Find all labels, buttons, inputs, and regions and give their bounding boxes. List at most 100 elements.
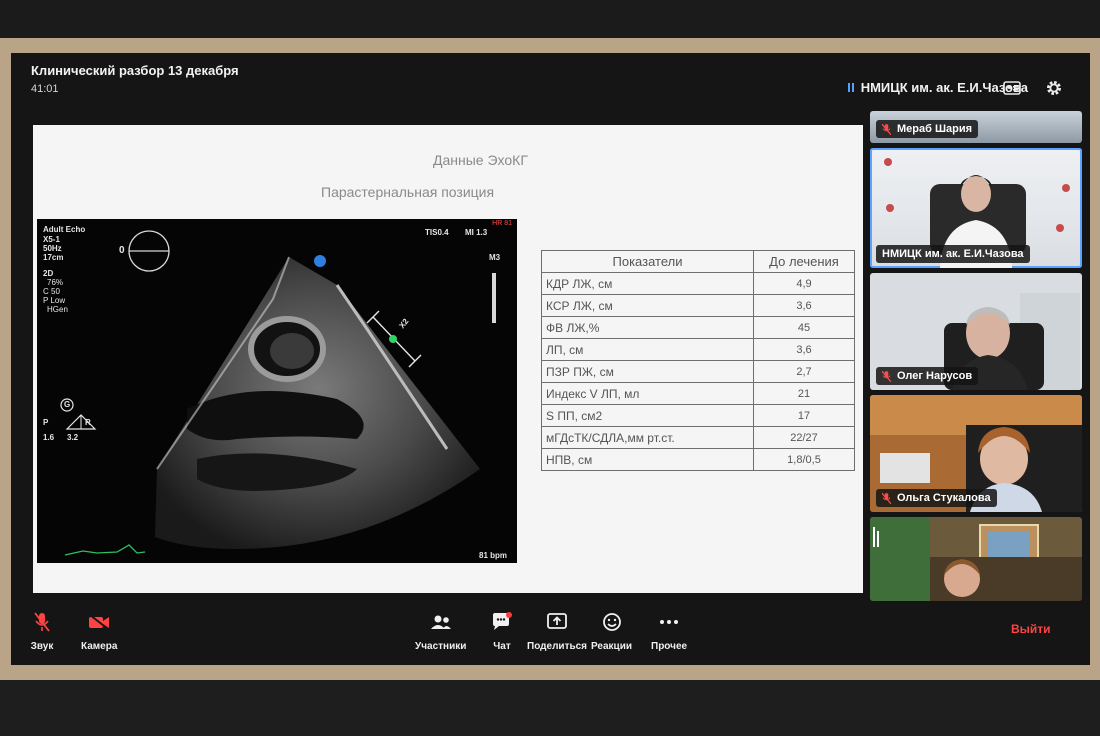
participant-name: Олег Нарусов: [897, 370, 973, 382]
table-row: Индекс V ЛП, мл 21: [541, 382, 855, 405]
table-row: ПЗР ПЖ, см 2,7: [541, 360, 855, 383]
echo-g-label: G: [64, 400, 71, 409]
echo-hgen: HGen: [47, 305, 68, 314]
participants-label: Участники: [415, 641, 467, 652]
table-cell-parameter: НПВ, см: [541, 448, 754, 471]
echo-parameters-table: Показатели До лечения КДР ЛЖ, см 4,9 КСР …: [541, 250, 855, 471]
echo-mi: MI 1.3: [465, 228, 488, 237]
participant-name-tag: НМИЦК им. ак. Е.И.Чазова: [876, 245, 1030, 263]
participant-tile-5[interactable]: [870, 517, 1082, 601]
echo-frequency: 50Hz: [43, 244, 62, 253]
table-cell-parameter: Индекс V ЛП, мл: [541, 382, 754, 405]
table-row: ЛП, см 3,6: [541, 338, 855, 361]
mic-muted-icon: [882, 123, 891, 135]
table-cell-value: 4,9: [753, 272, 855, 295]
meeting-title: Клинический разбор 13 декабря: [31, 63, 239, 78]
table-row: КСР ЛЖ, см 3,6: [541, 294, 855, 317]
table-cell-value: 45: [753, 316, 855, 339]
echo-depth: 17cm: [43, 253, 64, 262]
table-cell-value: 22/27: [753, 426, 855, 449]
table-cell-value: 17: [753, 404, 855, 427]
slide-subtitle: Парастернальная позиция: [321, 184, 495, 200]
table-row: КДР ЛЖ, см 4,9: [541, 272, 855, 295]
slide-title: Данные ЭхоКГ: [433, 152, 528, 168]
mic-muted-icon: [34, 612, 50, 632]
echo-p-label: P: [43, 418, 49, 427]
participant-name-tag: Олег Нарусов: [876, 367, 979, 385]
participant-name-tag: Мераб Шария: [876, 120, 979, 138]
more-label: Прочее: [651, 641, 688, 652]
table-row: S ПП, см2 17: [541, 404, 855, 427]
chat-icon: [493, 612, 512, 630]
echo-compress: C 50: [43, 287, 60, 296]
echo-heart-rate: HR 81: [492, 220, 512, 227]
table-cell-parameter: S ПП, см2: [541, 404, 754, 427]
table-cell-parameter: ПЗР ПЖ, см: [541, 360, 754, 383]
chat-label: Чат: [493, 641, 511, 652]
share-label: Поделиться: [527, 641, 588, 652]
reactions-button[interactable]: Реакции: [591, 609, 632, 652]
camera-label: Камера: [81, 641, 118, 652]
participant-name-tag: Ольга Стукалова: [876, 489, 997, 507]
table-row: мГДсТК/СДЛА,мм рт.ст. 22/27: [541, 426, 855, 449]
echo-value-1: 1.6: [43, 433, 55, 442]
settings-button[interactable]: [1043, 77, 1065, 99]
table-cell-parameter: ФВ ЛЖ,%: [541, 316, 754, 339]
meeting-timer: 41:01: [31, 83, 59, 95]
echo-gain: 76%: [47, 278, 64, 287]
exit-button[interactable]: Выйти: [1011, 622, 1051, 636]
participant-tile-4[interactable]: Ольга Стукалова: [870, 395, 1082, 512]
echo-mode: Adult Echo: [43, 225, 86, 234]
table-cell-parameter: мГДсТК/СДЛА,мм рт.ст.: [541, 426, 754, 449]
conference-screen: Клинический разбор 13 декабря 41:01 НМИЦ…: [11, 53, 1090, 665]
echo-bpm: 81 bpm: [479, 551, 508, 560]
echo-scan-picture: [60, 230, 496, 556]
share-button[interactable]: Поделиться: [527, 609, 587, 652]
layout-button[interactable]: [1001, 77, 1023, 99]
photo-bottom-edge: [0, 680, 1100, 736]
echo-2d-mode: 2D: [43, 269, 54, 278]
echocardiogram-image: Adult Echo X5-1 50Hz 17cm 2D 76% C 50 P …: [37, 219, 517, 563]
participants-button[interactable]: Участники: [415, 609, 466, 652]
table-cell-value: 1,8/0,5: [753, 448, 855, 471]
sound-button[interactable]: Звук: [29, 609, 55, 652]
table-header-row: Показатели До лечения: [541, 250, 855, 273]
echo-r-label: R: [85, 418, 91, 427]
more-dots-icon: [660, 620, 679, 624]
echo-value-2: 3.2: [67, 433, 79, 442]
echo-tis: TIS0.4: [425, 228, 449, 237]
gear-icon: [1047, 81, 1061, 95]
echo-marker-zero: 0: [119, 245, 125, 256]
participant-video: [870, 517, 1082, 601]
smile-icon: [602, 613, 621, 631]
participant-name: Ольга Стукалова: [897, 492, 991, 504]
reactions-label: Реакции: [591, 641, 632, 652]
participant-tile-1[interactable]: Мераб Шария: [870, 111, 1082, 143]
chat-button[interactable]: Чат: [489, 609, 515, 652]
participant-tile-2[interactable]: НМИЦК им. ак. Е.И.Чазова: [870, 148, 1082, 268]
sound-label: Звук: [30, 641, 54, 652]
shared-slide: Данные ЭхоКГ Парастернальная позиция Adu…: [33, 125, 863, 593]
photo-top-edge: [0, 0, 1100, 40]
camera-off-icon: [89, 614, 110, 630]
table-cell-parameter: КДР ЛЖ, см: [541, 272, 754, 295]
audio-level-icon: [847, 83, 854, 92]
table-cell-value: 2,7: [753, 360, 855, 383]
echo-power: P Low: [43, 296, 66, 305]
people-icon: [430, 615, 451, 629]
participant-card-icon: [1003, 81, 1021, 95]
echo-probe: X5-1: [43, 235, 60, 244]
camera-button[interactable]: Камера: [81, 609, 117, 652]
column-header-before-treatment: До лечения: [753, 250, 855, 273]
more-button[interactable]: Прочее: [651, 609, 687, 652]
table-cell-parameter: КСР ЛЖ, см: [541, 294, 754, 317]
column-header-parameter: Показатели: [541, 250, 754, 273]
share-screen-icon: [547, 613, 567, 629]
table-row: ФВ ЛЖ,% 45: [541, 316, 855, 339]
table-row: НПВ, см 1,8/0,5: [541, 448, 855, 471]
echo-m3: M3: [489, 253, 501, 262]
participant-name: НМИЦК им. ак. Е.И.Чазова: [882, 248, 1024, 260]
table-cell-value: 3,6: [753, 294, 855, 317]
mic-muted-icon: [882, 492, 891, 504]
participant-tile-3[interactable]: Олег Нарусов: [870, 273, 1082, 390]
